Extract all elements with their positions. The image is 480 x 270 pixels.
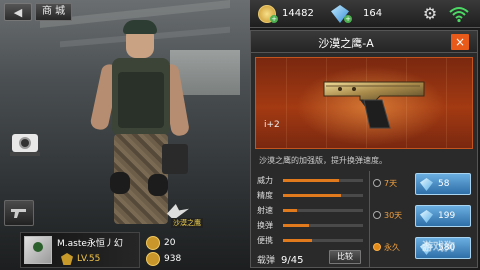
add-gold-icon[interactable]: + [270, 15, 278, 23]
player-level: LV.55 [77, 254, 101, 264]
camera-lens [19, 137, 31, 149]
coin-icon [146, 252, 160, 266]
player-stat-2: 938 [146, 252, 181, 266]
panel-divider [369, 171, 370, 267]
duration-radio[interactable] [373, 179, 381, 187]
stat-label: 威力 [257, 176, 273, 185]
stat-bar-track [283, 239, 363, 242]
stat-bar-track [283, 209, 363, 212]
price-amount: 199 [438, 211, 456, 221]
stat-bar-fill [283, 179, 339, 182]
pistol-outline-icon [11, 209, 26, 218]
panel-header: 沙漠之鹰-A × [251, 31, 477, 53]
stat-label: 射速 [257, 206, 273, 215]
stat-bar-fill [283, 224, 309, 227]
compare-button[interactable]: 比较 [329, 250, 361, 264]
gold-amount: 14482 [282, 8, 314, 19]
page-title: 商 城 [35, 3, 73, 21]
eagle-emblem: 沙漠之鹰 [167, 204, 207, 228]
knee-pad [110, 172, 130, 194]
player-stat-1-value: 20 [164, 238, 176, 248]
stat-row: 射速 [257, 203, 365, 218]
price-option[interactable]: 7天 58 [373, 171, 473, 199]
stat-label: 换弹 [257, 221, 273, 230]
player-stat-2-value: 938 [164, 254, 182, 264]
stat-label: 精度 [257, 191, 273, 200]
soldier-character[interactable] [89, 14, 191, 234]
eagle-label: 沙漠之鹰 [171, 218, 203, 228]
gear-icon[interactable]: ⚙ [421, 5, 439, 23]
duration-label: 30天 [384, 211, 403, 220]
price-amount: 58 [438, 179, 450, 189]
knee-pad [148, 174, 168, 196]
weapon-preview: i+2 [255, 57, 473, 149]
preview-stripe [286, 58, 287, 148]
price-option[interactable]: 30天 199 [373, 203, 473, 231]
diamond-icon [420, 178, 433, 191]
duration-radio[interactable] [373, 211, 381, 219]
stat-bar-track [283, 179, 363, 182]
diamond-amount: 164 [363, 8, 383, 19]
avatar[interactable] [24, 236, 52, 264]
stat-row: 精度 [257, 188, 365, 203]
stat-bar-fill [283, 194, 341, 197]
weapon-stats: 威力精度射速换弹便携 [257, 173, 365, 248]
player-card[interactable]: M.aste永恒丿幻 LV.55 [20, 232, 140, 268]
back-button[interactable]: ◀ [4, 3, 32, 21]
duration-radio[interactable] [373, 243, 381, 251]
desert-eagle-image [323, 81, 425, 129]
weapon-detail-panel: 沙漠之鹰-A × i+2 沙漠之鹰的加强版，提升换弹速度。 威力 精度 射速 换… [250, 30, 478, 268]
add-diamond-icon[interactable]: + [344, 15, 352, 23]
duration-label: 永久 [384, 243, 400, 252]
ammo-label: 载弹 [257, 256, 276, 266]
medal-icon [146, 236, 160, 250]
soldier-cap [123, 20, 157, 34]
preview-stripe [446, 58, 447, 148]
player-stat-1: 20 [146, 236, 175, 250]
rank-icon [61, 253, 73, 265]
stat-row: 威力 [257, 173, 365, 188]
back-arrow-icon: ◀ [13, 5, 23, 19]
ammo-info: 载弹 9/45 [257, 253, 303, 266]
weapon-description: 沙漠之鹰的加强版，提升换弹速度。 [259, 156, 387, 165]
buy-button[interactable]: 58 [415, 173, 471, 195]
player-name: M.aste永恒丿幻 [57, 239, 123, 249]
camera-icon[interactable] [10, 128, 40, 156]
weapon-name: 沙漠之鹰-A [318, 37, 374, 50]
stat-bar-track [283, 224, 363, 227]
stat-row: 便携 [257, 233, 365, 248]
site-watermark: 游戏狗 [422, 240, 455, 253]
stat-bar-fill [283, 239, 312, 242]
weapon-upgrade-level: i+2 [264, 120, 280, 130]
soldier-vest [118, 72, 164, 128]
buy-button[interactable]: 199 [415, 205, 471, 227]
weapon-switch-button[interactable] [4, 200, 34, 226]
diamond-icon [420, 210, 433, 223]
stat-bar-track [283, 194, 363, 197]
wifi-icon [449, 7, 469, 23]
close-button[interactable]: × [451, 34, 469, 50]
leg-pack [162, 144, 188, 174]
duration-label: 7天 [384, 179, 398, 188]
stat-label: 便携 [257, 236, 273, 245]
stat-bar-fill [283, 209, 298, 212]
ammo-value: 9/45 [281, 255, 304, 266]
camera-base [10, 152, 40, 156]
stat-row: 换弹 [257, 218, 365, 233]
